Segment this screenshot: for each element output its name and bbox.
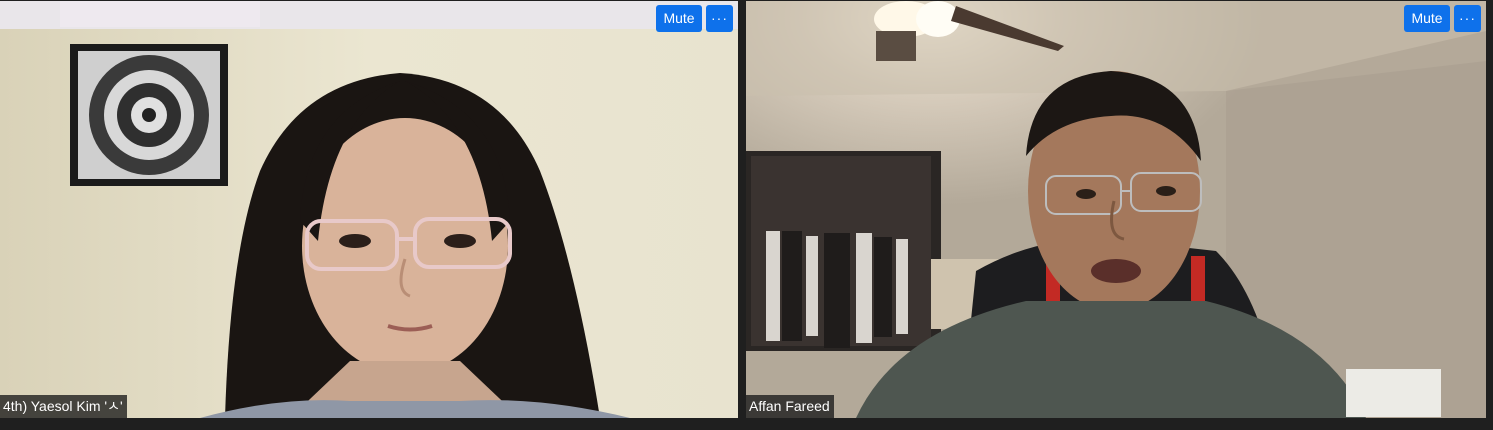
participant-video-tile[interactable]: Mute ··· Affan Fareed <box>746 1 1486 418</box>
video-feed <box>746 1 1486 418</box>
more-options-button[interactable]: ··· <box>1454 5 1481 32</box>
mute-button[interactable]: Mute <box>1404 5 1450 32</box>
video-feed <box>0 1 738 418</box>
meeting-gallery-view: Mute ··· 4th) Yaesol Kim 'ㅅ' Mute ··· Af… <box>0 0 1493 430</box>
participant-video-tile[interactable]: Mute ··· 4th) Yaesol Kim 'ㅅ' <box>0 1 738 418</box>
mute-button[interactable]: Mute <box>656 5 702 32</box>
participant-name-label: 4th) Yaesol Kim 'ㅅ' <box>0 395 127 418</box>
participant-name-label: Affan Fareed <box>746 395 834 418</box>
more-options-button[interactable]: ··· <box>706 5 733 32</box>
